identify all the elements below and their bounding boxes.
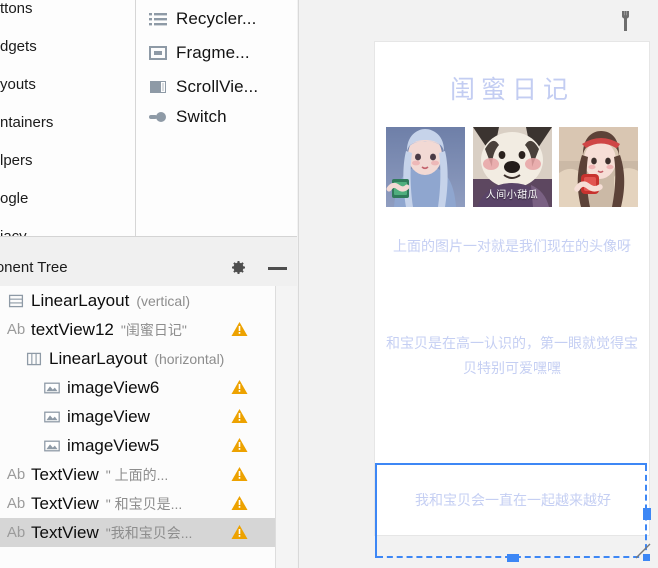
warning-icon[interactable] [231, 466, 248, 482]
component-tree-title: mponent Tree [0, 259, 68, 276]
recyclerview-icon [148, 9, 168, 29]
component-tree-row-name: textView12 [31, 319, 114, 339]
preview-image-caption: 人间小甜瓜 [485, 190, 539, 201]
warning-icon[interactable] [231, 321, 248, 337]
resize-handle-right[interactable] [643, 508, 651, 520]
ab-icon: Ab [6, 466, 26, 483]
palette-category-list[interactable]: ttons dgets youts ntainers lpers ogle jacy [0, 0, 122, 237]
preview-image-row: 人间小甜瓜 [386, 127, 638, 207]
component-tree-row-name: LinearLayout [31, 290, 130, 310]
palette-item-label: Recycler... [176, 9, 257, 28]
preview-paragraph-3: 我和宝贝会一直在一起越来越好 [415, 493, 611, 509]
design-canvas[interactable]: 闺蜜日记 人间小甜瓜 上面的图片一对就是我们现在的头像呀 和宝贝是在高一认识的，… [298, 0, 658, 568]
warning-icon[interactable] [231, 495, 248, 511]
gear-icon[interactable] [229, 259, 247, 277]
preview-image-imageview6[interactable] [386, 127, 465, 207]
selected-textview-outline[interactable]: 我和宝贝会一直在一起越来越好 [375, 463, 651, 562]
palette-item-list[interactable]: Recycler... Fragme... ScrollVie... Switch [136, 0, 297, 237]
component-tree-row[interactable]: LinearLayout (vertical) [0, 286, 275, 315]
component-tree-rows[interactable]: LinearLayout (vertical) Ab textView12 "闺蜜日记"… [0, 286, 276, 568]
warning-icon[interactable] [231, 379, 248, 395]
palette-item-switch[interactable]: Switch [148, 104, 227, 130]
preview-paragraph-2[interactable]: 和宝贝是在高一认识的，第一眼就觉得宝贝特别可爱嘿嘿 [383, 332, 641, 382]
component-tree-row-name: imageView5 [67, 435, 160, 455]
component-tree-header: mponent Tree [0, 249, 297, 286]
textview-icon: Ab [6, 524, 26, 542]
component-tree-row-name: LinearLayout [49, 348, 148, 368]
resize-handle-bottom[interactable] [507, 554, 519, 562]
component-tree-gutter [276, 286, 297, 568]
fragment-icon [148, 43, 168, 63]
preview-image-imageview[interactable]: 人间小甜瓜 [472, 127, 552, 207]
palette-item-label: Switch [176, 107, 227, 126]
warning-icon[interactable] [231, 437, 248, 453]
palette-item-scrollvie[interactable]: ScrollVie... [148, 74, 258, 100]
warning-icon[interactable] [231, 408, 248, 424]
component-tree-row-detail: (horizontal) [154, 350, 225, 367]
linearlayout-horizontal-icon [24, 350, 44, 368]
component-tree-row-name: TextView [31, 464, 99, 484]
minimize-icon[interactable] [268, 267, 287, 270]
component-tree-row-detail: " 上面的... [105, 466, 169, 483]
component-tree-row[interactable]: Ab TextView "我和宝贝会... [0, 518, 275, 547]
palette-category-helpers[interactable]: lpers [0, 152, 33, 170]
palette-category-google[interactable]: ogle [0, 190, 28, 208]
warning-icon[interactable] [231, 524, 248, 540]
linearlayout-vertical-icon [6, 292, 26, 310]
ab-icon: Ab [6, 321, 26, 338]
component-tree-row[interactable]: Ab textView12 "闺蜜日记" [0, 315, 275, 344]
palette-item-label: Fragme... [176, 43, 250, 62]
palette-panel: ttons dgets youts ntainers lpers ogle jacy Rec… [0, 0, 297, 237]
resize-grip-icon[interactable] [634, 542, 652, 560]
component-tree-row-detail: "闺蜜日记" [120, 321, 187, 338]
palette-category-buttons[interactable]: ttons [0, 0, 33, 18]
palette-category-widgets[interactable]: dgets [0, 38, 37, 56]
imageview-icon [42, 379, 62, 397]
palette-item-fragme[interactable]: Fragme... [148, 40, 250, 66]
component-tree-row-detail: " 和宝贝是... [105, 495, 183, 512]
component-tree-row-name: TextView [31, 493, 99, 513]
component-tree-panel: mponent Tree LinearLayout(vertical)Abtex… [0, 249, 297, 568]
textview-icon: Ab [6, 495, 26, 513]
textview-icon: Ab [6, 466, 26, 484]
textview-icon: Ab [6, 321, 26, 339]
ab-icon: Ab [6, 495, 26, 512]
preview-paragraph-1[interactable]: 上面的图片一对就是我们现在的头像呀 [383, 235, 641, 260]
palette-scrollbar-track[interactable] [122, 0, 257, 237]
component-tree-row-detail: "我和宝贝会... [105, 524, 193, 541]
wrench-icon[interactable] [617, 10, 634, 32]
switch-icon [148, 107, 168, 127]
scrollview-icon [148, 77, 168, 97]
component-tree-row[interactable]: imageView [0, 402, 275, 431]
component-tree-row[interactable]: imageView5 [0, 431, 275, 460]
component-tree-row-name: imageView6 [67, 377, 160, 397]
ab-icon: Ab [6, 524, 26, 541]
palette-category-layouts[interactable]: youts [0, 76, 36, 94]
imageview-icon [42, 408, 62, 426]
component-tree-row-name: imageView [67, 406, 150, 426]
component-tree-row-detail: (vertical) [136, 292, 190, 309]
component-tree-row[interactable]: Ab TextView " 和宝贝是... [0, 489, 275, 518]
component-tree-row-name: TextView [31, 522, 99, 542]
component-tree-row[interactable]: Ab TextView " 上面的... [0, 460, 275, 489]
component-tree-row[interactable]: LinearLayout (horizontal) [0, 344, 275, 373]
preview-title: 闺蜜日记 [449, 75, 574, 104]
palette-item-label: ScrollVie... [176, 77, 259, 96]
palette-item-recycler[interactable]: Recycler... [148, 6, 256, 32]
imageview-icon [42, 437, 62, 455]
preview-image-imageview5[interactable] [559, 127, 638, 207]
device-preview[interactable]: 闺蜜日记 人间小甜瓜 上面的图片一对就是我们现在的头像呀 和宝贝是在高一认识的，… [375, 42, 651, 562]
android-studio-layout-editor: ttons dgets youts ntainers lpers ogle jacy Rec… [0, 0, 658, 568]
component-tree-row[interactable]: imageView6 [0, 373, 275, 402]
palette-category-containers[interactable]: ntainers [0, 114, 53, 132]
